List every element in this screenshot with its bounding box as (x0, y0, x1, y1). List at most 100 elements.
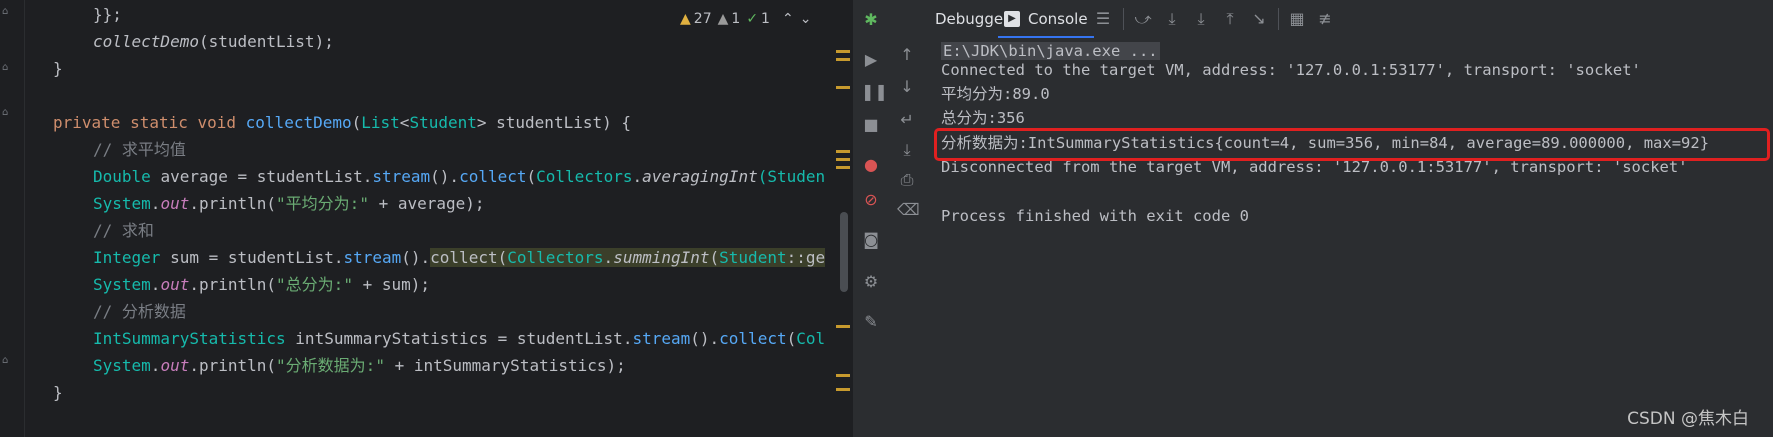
code-token: Collectors (507, 248, 604, 267)
fold-icon[interactable]: ⌂ (2, 63, 12, 73)
code-token: . (150, 275, 161, 294)
run-to-cursor-icon[interactable]: ↘ (1249, 9, 1269, 29)
fold-icon[interactable]: ⌂ (2, 108, 12, 118)
code-token: Student (719, 248, 787, 267)
code-token: IntSummaryStatistics (93, 329, 296, 348)
code-token: sum = studentList. (170, 248, 344, 267)
code-token: out (160, 275, 190, 294)
code-line: IntSummaryStatistics intSummaryStatistic… (93, 325, 825, 352)
breakpoints-icon[interactable]: ● (861, 155, 881, 175)
code-token: . (603, 248, 614, 267)
arrow-down-icon[interactable]: ↓ (897, 77, 917, 97)
scroll-marker (836, 50, 850, 53)
fold-icon[interactable]: ⌂ (2, 356, 12, 366)
code-token: ( (709, 248, 720, 267)
chevron-up-icon[interactable]: ⌃ (782, 11, 794, 27)
code-token: "分析数据为:" (276, 356, 385, 375)
arrow-up-icon[interactable]: ↑ (897, 45, 917, 65)
scroll-marker (836, 58, 850, 61)
weak-warnings-count[interactable]: ▲ 1 (718, 11, 741, 27)
code-token: intSummaryStatistics = studentList. (295, 329, 633, 348)
stop-icon[interactable]: ■ (861, 115, 881, 135)
highlight-box (934, 128, 1770, 161)
code-token: Double (93, 167, 161, 186)
code-line: }}; (93, 1, 122, 28)
scroll-marker (836, 374, 850, 377)
scroll-marker (836, 86, 850, 89)
code-line: collectDemo(studentList); (93, 28, 334, 55)
print-icon[interactable]: ⎙ (897, 170, 917, 190)
code-token: ( (786, 329, 797, 348)
code-token: } (53, 383, 63, 402)
code-token: .println( (189, 275, 277, 294)
weak-warning-icon: ▲ (717, 11, 729, 27)
code-token: System (93, 356, 151, 375)
code-line: // 分析数据 (93, 298, 186, 325)
code-token: + sum); (352, 275, 431, 294)
code-token: > studentList) { (476, 113, 631, 132)
code-token: + average); (368, 194, 485, 213)
scroll-to-end-icon[interactable]: ⤓ (897, 140, 917, 160)
warning-icon: ▲ (680, 11, 691, 27)
code-line: System.out.println("分析数据为:" + intSummary… (93, 352, 626, 379)
code-token: // 求平均值 (93, 140, 186, 159)
trace-icon[interactable]: ≢ (1315, 9, 1335, 29)
code-token: // 求和 (93, 221, 154, 240)
code-token: . (150, 356, 161, 375)
pin-icon[interactable]: ✎ (861, 312, 881, 332)
pause-icon[interactable]: ❚❚ (861, 82, 888, 102)
evaluate-icon[interactable]: ▦ (1287, 9, 1307, 29)
camera-icon[interactable]: ◙ (861, 230, 881, 250)
step-out-icon[interactable]: ⤒ (1220, 9, 1240, 29)
scroll-marker (836, 150, 850, 153)
code-token: System (93, 275, 151, 294)
code-token: (Studen (757, 167, 826, 186)
mute-breakpoints-icon[interactable]: ⊘ (861, 190, 881, 210)
menu-icon[interactable]: ☰ (1093, 9, 1113, 29)
code-token: collect (719, 329, 787, 348)
code-line: } (53, 379, 63, 406)
watermark: CSDN @焦木白 (1627, 409, 1749, 429)
chevron-down-icon[interactable]: ⌄ (800, 11, 812, 27)
console-output[interactable]: E:\JDK\bin\java.exe ... Connected to the… (925, 38, 1773, 437)
code-token: . (632, 167, 643, 186)
console-line: 平均分为:89.0 (941, 85, 1050, 103)
code-token: (). (690, 329, 720, 348)
fold-icon[interactable]: ⌂ (2, 7, 12, 17)
code-token: // 分析数据 (93, 302, 186, 321)
code-token: summingInt (613, 248, 710, 267)
divider (1278, 8, 1279, 30)
code-token: average = studentList. (160, 167, 373, 186)
code-token: stream (632, 329, 691, 348)
step-over-icon[interactable]: ⤻ (1133, 9, 1153, 29)
inspection-widget[interactable]: ▲ 27 ▲ 1 ✓ 1 ⌃ ⌄ (680, 8, 811, 30)
scroll-marker (836, 388, 850, 391)
code-token: collect( (430, 248, 508, 267)
resume-icon[interactable]: ▶ (861, 50, 881, 70)
code-token: stream (343, 248, 402, 267)
scroll-marker (836, 158, 850, 161)
code-token: Student (409, 113, 477, 132)
settings-gear-icon[interactable]: ⚙ (861, 272, 881, 292)
code-token: private static void (53, 113, 246, 132)
typos-count[interactable]: ✓ 1 (746, 11, 770, 27)
bug-icon[interactable]: ✱ (861, 10, 881, 30)
code-token: Col (796, 329, 826, 348)
step-into-icon[interactable]: ⤓ (1162, 9, 1182, 29)
warnings-count[interactable]: ▲ 27 (680, 11, 712, 27)
force-step-into-icon[interactable]: ⤓ (1191, 9, 1211, 29)
code-token: collectDemo (93, 32, 199, 51)
check-icon: ✓ (746, 11, 759, 27)
tab-console-label: Console (1028, 10, 1088, 28)
editor-scrollbar[interactable] (840, 212, 848, 292)
soft-wrap-icon[interactable]: ↵ (897, 110, 917, 130)
code-token: collectDemo (245, 113, 352, 132)
divider (1123, 8, 1124, 30)
code-token: out (160, 356, 190, 375)
tab-console[interactable]: ▶ Console (998, 0, 1094, 38)
code-token: "平均分为:" (276, 194, 369, 213)
code-line: // 求平均值 (93, 136, 186, 163)
trash-icon[interactable]: ⌫ (897, 200, 920, 220)
code-editor[interactable]: ⌂ ⌂ ⌂ ⌂ }}; collectDemo(studentList);} pri… (0, 0, 853, 437)
code-token: Integer (93, 248, 171, 267)
